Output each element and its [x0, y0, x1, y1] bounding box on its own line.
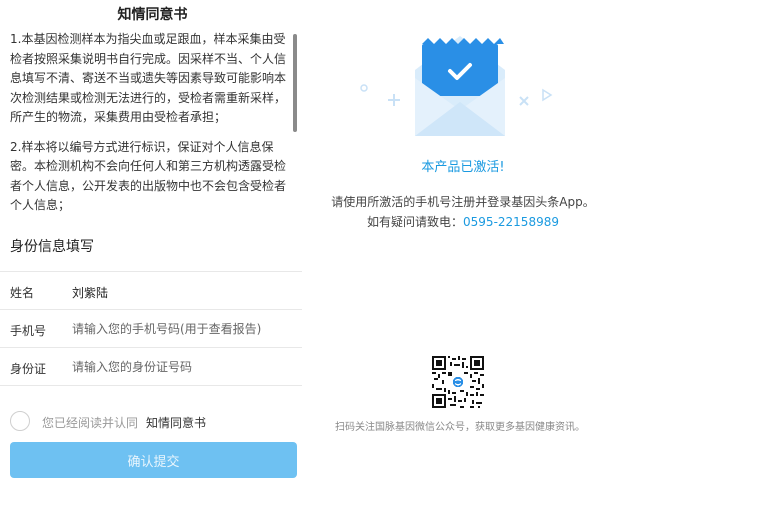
form-divider	[0, 385, 302, 386]
consent-link[interactable]: 知情同意书	[146, 414, 206, 431]
consent-scrollbar[interactable]	[293, 34, 297, 132]
agree-text: 您已经阅读并认同	[42, 416, 139, 430]
id-number-input[interactable]	[72, 356, 292, 378]
qr-caption: 扫码关注国脉基因微信公众号，获取更多基因健康资讯。	[335, 422, 585, 433]
phone-label: 手机号	[10, 324, 47, 338]
phone-input[interactable]	[72, 318, 292, 340]
contact-prefix: 如有疑问请致电：	[367, 215, 464, 229]
qr-code-icon	[432, 356, 484, 408]
form-section-title: 身份信息填写	[10, 239, 94, 255]
envelope-check-icon	[360, 36, 553, 136]
consent-title: 知情同意书	[117, 7, 188, 23]
consent-text-box[interactable]: 1.本基因检测样本为指尖血或足跟血，样本采集由受检者按照采集说明书自行完成。因采…	[10, 30, 298, 226]
submit-button[interactable]: 确认提交	[10, 442, 297, 478]
phone-row: 手机号	[0, 309, 302, 348]
consent-text: 1.本基因检测样本为指尖血或足跟血，样本采集由受检者按照采集说明书自行完成。因采…	[10, 30, 292, 216]
consent-paragraph-2: 2.样本将以编号方式进行标识，保证对个人信息保密。本检测机构不会向任何人和第三方…	[10, 139, 287, 213]
id-row: 身份证	[0, 347, 302, 386]
contact-phone-link[interactable]: 0595-22158989	[463, 215, 559, 229]
name-label: 姓名	[10, 286, 35, 300]
activated-message: 本产品已激活!	[421, 160, 505, 175]
contact-line: 如有疑问请致电：0595-22158989	[305, 213, 621, 230]
id-label: 身份证	[10, 362, 47, 376]
status-panel: 本产品已激活! 请使用所激活的手机号注册并登录基因头条App。 如有疑问请致电：…	[305, 0, 778, 513]
consent-form-panel: 知情同意书 1.本基因检测样本为指尖血或足跟血，样本采集由受检者按照采集说明书自…	[0, 0, 305, 513]
login-instruction: 请使用所激活的手机号注册并登录基因头条App。	[331, 195, 595, 209]
name-row: 姓名 刘紫陆	[0, 271, 302, 310]
name-value[interactable]: 刘紫陆	[72, 284, 108, 301]
agree-radio[interactable]	[10, 411, 30, 431]
consent-paragraph-1: 1.本基因检测样本为指尖血或足跟血，样本采集由受检者按照采集说明书自行完成。因采…	[10, 32, 287, 124]
